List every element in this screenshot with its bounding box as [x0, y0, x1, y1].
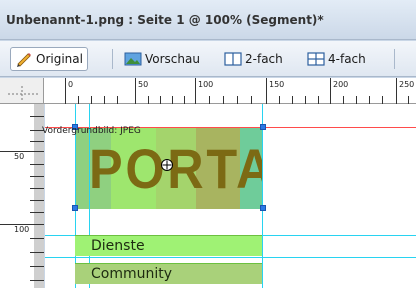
ruler-origin-corner[interactable]	[0, 78, 44, 104]
portal-logo-text: PORTAL	[89, 137, 263, 200]
cyan-guide-vertical[interactable]	[262, 104, 263, 288]
tab-2-fach[interactable]: 2-fach	[224, 47, 283, 71]
preview-image-icon	[124, 51, 142, 67]
ruler-label: 200	[333, 80, 349, 89]
tab-original[interactable]: Original	[10, 47, 88, 71]
ruler-label: 100	[14, 225, 30, 234]
tab-vorschau[interactable]: Vorschau	[124, 47, 200, 71]
selection-handle[interactable]	[72, 205, 78, 211]
image-tooltip-label: Vordergrundbild: JPEG	[42, 126, 141, 136]
tab-separator	[394, 49, 395, 69]
ruler-label: 0	[68, 80, 74, 89]
tab-original-label: Original	[36, 52, 83, 66]
ruler-label: 250	[399, 80, 415, 89]
tab-4-fach[interactable]: 4-fach	[307, 47, 366, 71]
ruler-label: 100	[198, 80, 214, 89]
tab-separator	[112, 49, 113, 69]
tab-2-fach-label: 2-fach	[245, 52, 283, 66]
fireworks-document-window: Unbenannt-1.png : Seite 1 @ 100% (Segmen…	[0, 0, 416, 288]
tab-vorschau-label: Vorschau	[145, 52, 200, 66]
nav-bar-community[interactable]: Community	[75, 263, 262, 284]
vertical-ruler[interactable]: 50 100	[0, 104, 44, 288]
ruler-origin-icon	[8, 86, 40, 102]
cyan-guide-horizontal[interactable]	[45, 257, 416, 258]
ruler-label: 50	[138, 80, 149, 89]
selection-handle[interactable]	[260, 124, 266, 130]
selection-handle[interactable]	[260, 205, 266, 211]
horizontal-ruler[interactable]: 0 50 100 150 200 250	[0, 78, 416, 104]
move-cursor-icon	[160, 157, 174, 171]
tab-4-fach-label: 4-fach	[328, 52, 366, 66]
document-titlebar: Unbenannt-1.png : Seite 1 @ 100% (Segmen…	[0, 0, 416, 40]
four-pane-icon	[307, 51, 325, 67]
view-tabs-bar: Original Vorschau 2-fach 4-fach	[0, 41, 416, 77]
two-pane-icon	[224, 51, 242, 67]
vertical-ruler-ticks	[0, 104, 44, 288]
ruler-label: 150	[269, 80, 285, 89]
nav-bar-label: Community	[91, 266, 173, 282]
pencil-icon	[15, 51, 33, 67]
nav-bar-dienste[interactable]: Dienste	[75, 235, 262, 256]
document-title: Unbenannt-1.png : Seite 1 @ 100% (Segmen…	[6, 13, 324, 27]
ruler-label: 50	[14, 152, 25, 161]
nav-bar-label: Dienste	[91, 238, 145, 254]
